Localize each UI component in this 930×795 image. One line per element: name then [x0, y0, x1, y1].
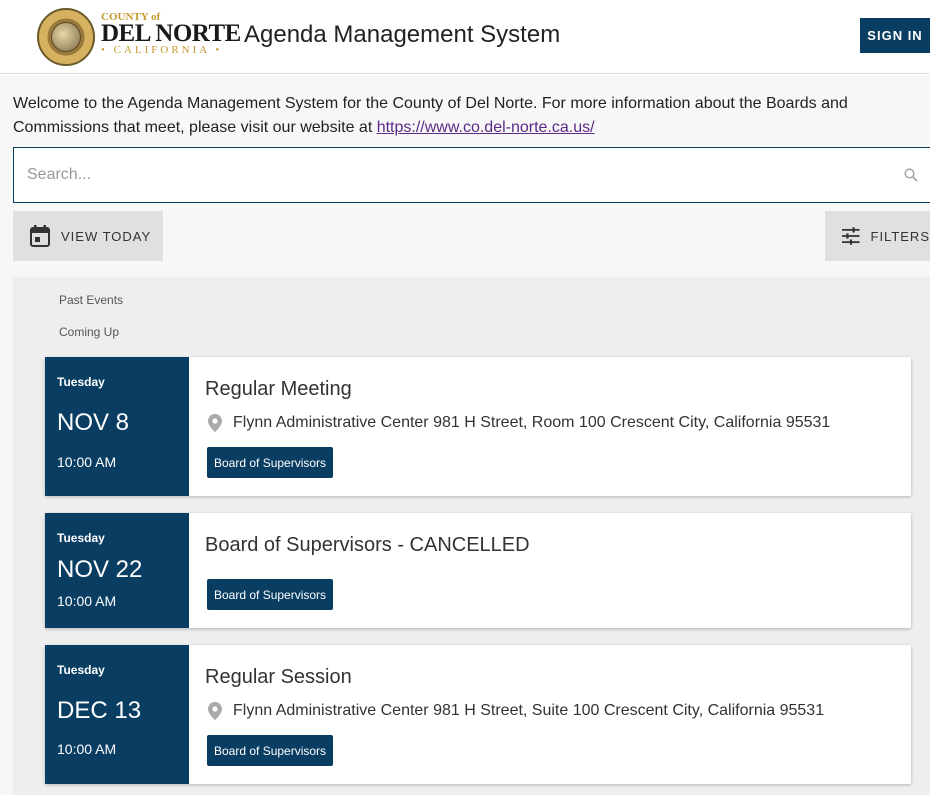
- filters-button[interactable]: FILTERS: [825, 211, 930, 261]
- event-date-box: Tuesday DEC 13 10:00 AM: [45, 645, 189, 784]
- filter-sliders-icon: [842, 227, 860, 245]
- search-input[interactable]: [14, 148, 874, 202]
- event-card[interactable]: Tuesday NOV 22 10:00 AM Board of Supervi…: [45, 513, 911, 628]
- event-location: Flynn Administrative Center 981 H Street…: [208, 702, 824, 720]
- event-location: Flynn Administrative Center 981 H Street…: [208, 414, 830, 432]
- view-today-label: VIEW TODAY: [61, 228, 152, 244]
- site-header: COUNTY of DEL NORTE • CALIFORNIA • Agend…: [0, 0, 930, 74]
- event-card[interactable]: Tuesday DEC 13 10:00 AM Regular Session …: [45, 645, 911, 784]
- event-time: 10:00 AM: [57, 741, 117, 757]
- event-title[interactable]: Regular Meeting: [205, 378, 352, 401]
- event-time: 10:00 AM: [57, 454, 117, 470]
- calendar-icon: [30, 225, 50, 247]
- event-location-text: Flynn Administrative Center 981 H Street…: [233, 702, 825, 719]
- search-icon[interactable]: [904, 168, 918, 182]
- location-pin-icon: [208, 702, 222, 720]
- board-tag[interactable]: Board of Supervisors: [207, 579, 334, 610]
- sign-in-button[interactable]: SIGN IN: [860, 18, 930, 53]
- tab-past-events[interactable]: Past Events: [59, 293, 123, 307]
- location-pin-icon: [208, 414, 222, 432]
- welcome-text: Welcome to the Agenda Management System …: [13, 92, 913, 140]
- board-tag[interactable]: Board of Supervisors: [207, 447, 334, 478]
- event-day: Tuesday: [57, 663, 105, 677]
- website-link[interactable]: https://www.co.del-norte.ca.us/: [377, 119, 595, 136]
- event-date: DEC 13: [57, 697, 142, 724]
- event-location-text: Flynn Administrative Center 981 H Street…: [233, 414, 831, 431]
- board-tag[interactable]: Board of Supervisors: [207, 735, 334, 766]
- event-day: Tuesday: [57, 375, 105, 389]
- event-title[interactable]: Board of Supervisors - CANCELLED: [205, 534, 530, 557]
- logo-california-text: • CALIFORNIA •: [101, 44, 223, 56]
- event-date: NOV 8: [57, 409, 130, 436]
- event-date-box: Tuesday NOV 8 10:00 AM: [45, 357, 189, 496]
- view-today-button[interactable]: VIEW TODAY: [13, 211, 163, 261]
- event-day: Tuesday: [57, 531, 105, 545]
- tab-coming-up[interactable]: Coming Up: [59, 325, 119, 339]
- event-date: NOV 22: [57, 556, 143, 583]
- event-time: 10:00 AM: [57, 593, 117, 609]
- app-title: Agenda Management System: [244, 21, 561, 48]
- event-title[interactable]: Regular Session: [205, 666, 352, 689]
- filters-label: FILTERS: [870, 228, 930, 244]
- county-seal-logo[interactable]: [37, 8, 95, 66]
- event-date-box: Tuesday NOV 22 10:00 AM: [45, 513, 189, 628]
- event-card[interactable]: Tuesday NOV 8 10:00 AM Regular Meeting F…: [45, 357, 911, 496]
- search-box: [13, 147, 930, 203]
